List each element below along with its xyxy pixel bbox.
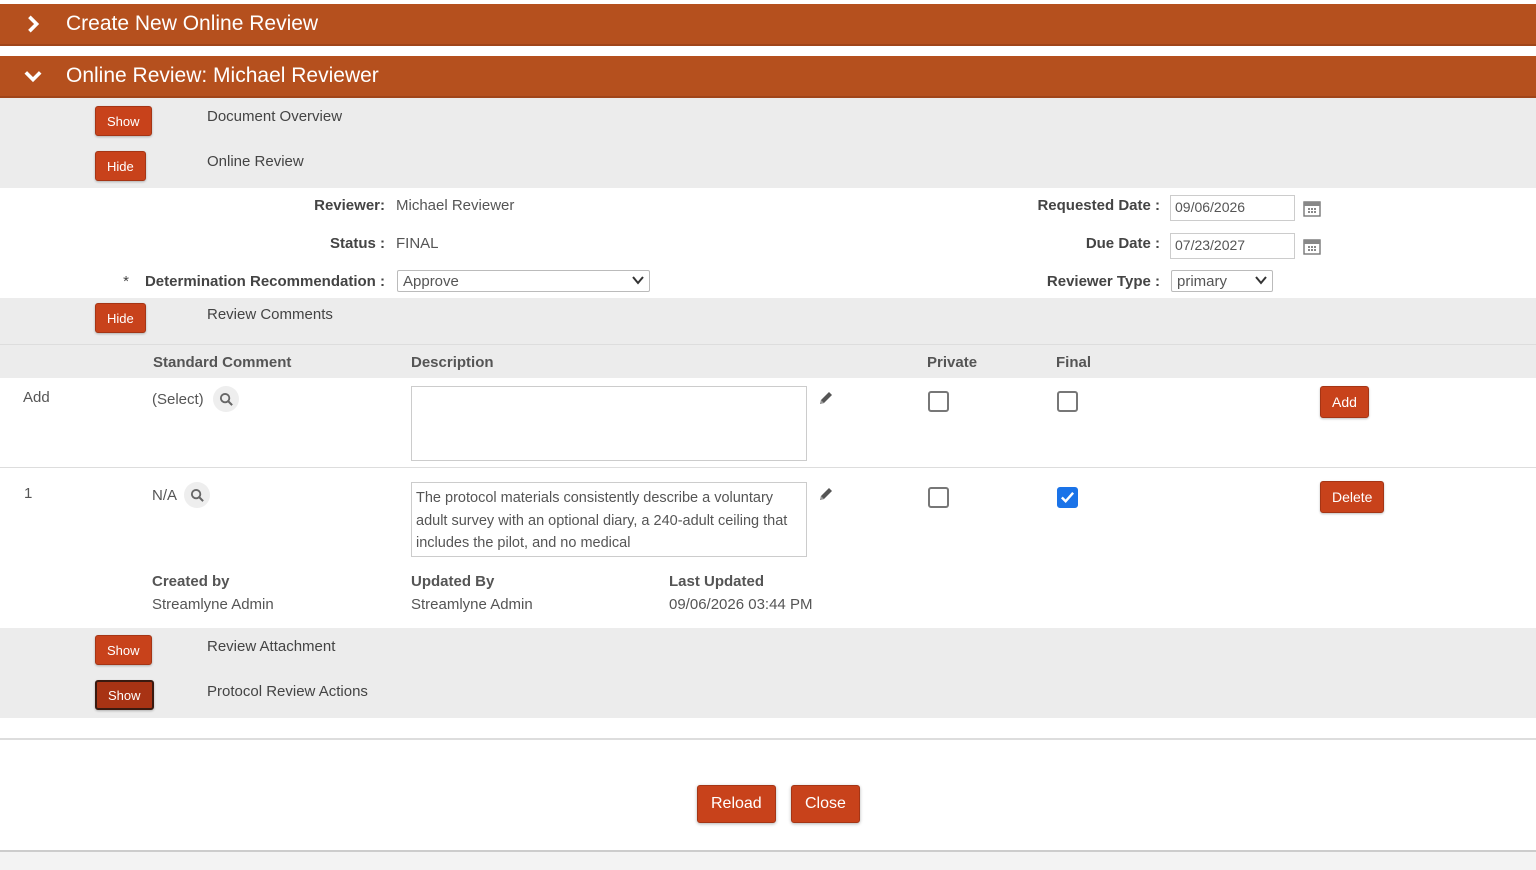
search-icon[interactable]: [184, 482, 210, 508]
comments-table-header: Standard Comment Description Private Fin…: [0, 344, 1536, 378]
page-footer-band: [0, 850, 1536, 870]
last-updated-value: 09/06/2026 03:44 PM: [669, 596, 813, 613]
updated-by-label: Updated By: [411, 573, 495, 590]
description-textarea[interactable]: [411, 386, 807, 461]
chevron-down-icon: [1255, 273, 1267, 290]
private-header: Private: [927, 354, 978, 371]
panel-bottom-border: [0, 738, 1536, 740]
review-attachment-show-button[interactable]: Show: [95, 635, 152, 665]
status-value: FINAL: [396, 235, 439, 252]
close-button[interactable]: Close: [791, 785, 860, 823]
online-review-hide-button[interactable]: Hide: [95, 151, 146, 181]
updated-by-value: Streamlyne Admin: [411, 596, 533, 613]
online-review-header[interactable]: Online Review: Michael Reviewer: [0, 56, 1536, 98]
determination-label: Determination Recommendation :: [144, 273, 385, 290]
reviewer-label: Reviewer:: [314, 197, 385, 214]
status-label: Status :: [329, 235, 385, 252]
requested-date-input[interactable]: 09/06/2026: [1170, 195, 1295, 221]
private-checkbox[interactable]: [928, 391, 949, 412]
protocol-review-actions-label: Protocol Review Actions: [207, 683, 368, 700]
review-comments-hide-button[interactable]: Hide: [95, 303, 146, 333]
row-divider: [0, 467, 1536, 468]
description-textarea[interactable]: The protocol materials consistently desc…: [411, 482, 807, 557]
due-date-input[interactable]: 07/23/2027: [1170, 233, 1295, 259]
delete-comment-button[interactable]: Delete: [1320, 481, 1385, 513]
section-toggles-bottom: Show Review Attachment Show Protocol Rev…: [0, 628, 1536, 718]
create-review-title: Create New Online Review: [66, 12, 319, 35]
final-checkbox[interactable]: [1057, 487, 1078, 508]
standard-comment-select[interactable]: (Select): [152, 391, 204, 408]
calendar-icon[interactable]: [1303, 199, 1321, 217]
add-row-label: Add: [23, 389, 50, 406]
due-date-label: Due Date :: [1085, 235, 1160, 252]
requested-date-label: Requested Date :: [1037, 197, 1160, 214]
created-by-label: Created by: [152, 573, 230, 590]
pencil-icon[interactable]: [817, 485, 835, 503]
chevron-down-icon: [0, 67, 66, 85]
document-overview-label: Document Overview: [207, 108, 343, 125]
row-index: 1: [24, 485, 33, 502]
created-by-value: Streamlyne Admin: [152, 596, 274, 613]
determination-select[interactable]: Approve: [397, 270, 650, 292]
last-updated-label: Last Updated: [669, 573, 765, 590]
search-icon[interactable]: [213, 386, 239, 412]
checkmark-icon: [1061, 492, 1075, 504]
review-comments-label: Review Comments: [207, 306, 333, 323]
review-attachment-label: Review Attachment: [207, 638, 336, 655]
required-marker: *: [123, 273, 129, 290]
document-overview-show-button[interactable]: Show: [95, 106, 152, 136]
add-comment-button[interactable]: Add: [1320, 386, 1369, 418]
create-review-header[interactable]: Create New Online Review: [0, 4, 1536, 46]
section-toggles-top: Show Document Overview Hide Online Revie…: [0, 98, 1536, 188]
reviewer-type-value: primary: [1177, 272, 1228, 290]
online-review-label: Online Review: [207, 153, 304, 170]
private-checkbox[interactable]: [928, 487, 949, 508]
online-review-title: Online Review: Michael Reviewer: [66, 64, 379, 87]
chevron-down-icon: [632, 273, 644, 290]
pencil-icon[interactable]: [817, 389, 835, 407]
reviewer-type-label: Reviewer Type :: [1046, 273, 1160, 290]
reload-button[interactable]: Reload: [697, 785, 776, 823]
final-header: Final: [1056, 354, 1092, 371]
standard-comment-header: Standard Comment: [153, 354, 292, 371]
protocol-review-actions-show-button[interactable]: Show: [95, 680, 154, 710]
standard-comment-value: N/A: [152, 487, 178, 504]
description-header: Description: [411, 354, 494, 371]
determination-value: Approve: [403, 272, 459, 290]
review-comments-section: Hide Review Comments: [0, 298, 1536, 344]
reviewer-type-select[interactable]: primary: [1171, 270, 1273, 292]
calendar-icon[interactable]: [1303, 237, 1321, 255]
reviewer-value: Michael Reviewer: [396, 197, 515, 214]
chevron-right-icon: [0, 15, 66, 33]
final-checkbox[interactable]: [1057, 391, 1078, 412]
